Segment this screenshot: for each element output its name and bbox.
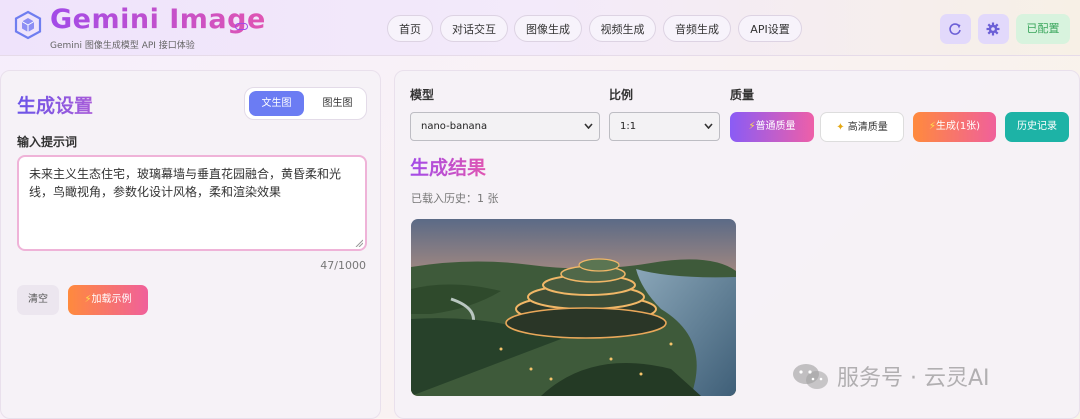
- refresh-button[interactable]: [940, 14, 971, 44]
- app-header: Gemini Image Gemini 图像生成模型 API 接口体验 首页 对…: [0, 0, 1080, 56]
- clear-button[interactable]: 清空: [17, 285, 59, 315]
- nav-video[interactable]: 视频生成: [589, 15, 656, 42]
- tab-text-to-image[interactable]: 文生图: [249, 91, 304, 116]
- toggle-icon[interactable]: [235, 23, 248, 30]
- refresh-icon: [949, 23, 961, 35]
- cube-logo-icon[interactable]: [14, 10, 42, 40]
- generate-button[interactable]: ⚡生成(1张): [913, 112, 996, 142]
- mode-toggle: 文生图 图生图: [244, 87, 367, 120]
- settings-panel: 生成设置 文生图 图生图 输入提示词 未来主义生态住宅，玻璃幕墙与垂直花园融合，…: [0, 70, 381, 419]
- quality-hd-label: 高清质量: [847, 122, 888, 133]
- result-title: 生成结果: [410, 153, 486, 180]
- lightning-icon: ⚡: [84, 294, 92, 305]
- gear-icon: [986, 22, 1000, 36]
- model-select[interactable]: nano-banana: [410, 112, 600, 141]
- tab-image-to-image[interactable]: 图生图: [311, 91, 364, 116]
- prompt-label: 输入提示词: [17, 135, 78, 149]
- history-button[interactable]: 历史记录: [1005, 112, 1069, 142]
- model-select-value: nano-banana: [421, 121, 488, 132]
- resize-handle-icon[interactable]: [355, 239, 363, 247]
- prompt-input[interactable]: 未来主义生态住宅，玻璃幕墙与垂直花园融合，黄昏柔和光线，鸟瞰视角，参数化设计风格…: [17, 155, 367, 251]
- quality-normal-button[interactable]: ⚡普通质量: [730, 112, 814, 142]
- prompt-text: 未来主义生态住宅，玻璃幕墙与垂直花园融合，黄昏柔和光线，鸟瞰视角，参数化设计风格…: [29, 167, 342, 199]
- app-title: Gemini Image: [50, 4, 266, 35]
- ratio-select[interactable]: 1:1: [609, 112, 720, 141]
- watermark-text: 服务号 · 云灵AI: [837, 366, 990, 391]
- sparkle-icon: ✦: [836, 122, 845, 133]
- nav-audio[interactable]: 音频生成: [663, 15, 731, 42]
- status-badge[interactable]: 已配置: [1016, 14, 1070, 44]
- lightning-icon: ⚡: [748, 121, 756, 132]
- nav-image[interactable]: 图像生成: [514, 15, 582, 42]
- quality-label: 质量: [730, 88, 755, 102]
- settings-title: 生成设置: [17, 91, 93, 118]
- generate-label: 生成(1张): [935, 121, 981, 132]
- model-label: 模型: [410, 88, 435, 102]
- settings-button[interactable]: [978, 14, 1009, 44]
- app-subtitle: Gemini 图像生成模型 API 接口体验: [50, 41, 195, 51]
- chevron-down-icon: [584, 123, 593, 129]
- nav-chat[interactable]: 对话交互: [440, 15, 508, 42]
- quality-hd-button[interactable]: ✦ 高清质量: [820, 112, 904, 142]
- nav-home[interactable]: 首页: [387, 15, 433, 42]
- load-example-label: 加载示例: [91, 294, 132, 305]
- generated-image-art: [411, 219, 736, 396]
- lightning-icon: ⚡: [928, 121, 936, 132]
- generated-image[interactable]: [411, 219, 736, 396]
- ratio-label: 比例: [609, 88, 634, 102]
- char-counter: 47/1000: [320, 259, 366, 272]
- load-example-button[interactable]: ⚡加载示例: [68, 285, 148, 315]
- history-status: 已载入历史：1 张: [411, 192, 499, 205]
- ratio-select-value: 1:1: [620, 121, 637, 132]
- chevron-down-icon: [704, 123, 713, 129]
- wechat-icon: [793, 364, 828, 389]
- nav-api-settings[interactable]: API设置: [738, 15, 802, 42]
- quality-normal-label: 普通质量: [755, 121, 796, 132]
